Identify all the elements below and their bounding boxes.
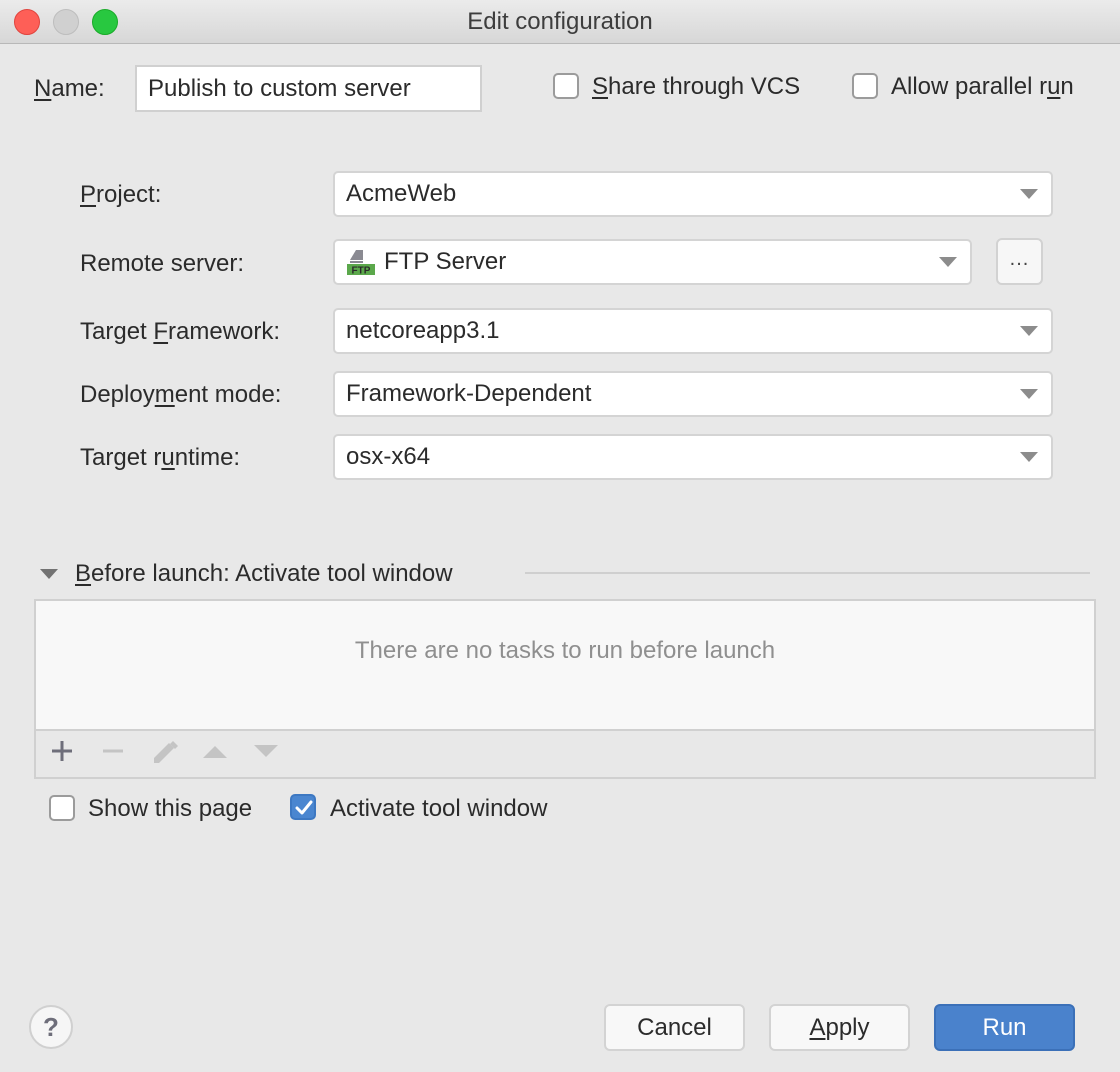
show-this-page-checkbox[interactable] — [49, 795, 75, 821]
name-input[interactable]: Publish to custom server — [135, 65, 482, 112]
edit-icon — [151, 739, 181, 774]
chevron-down-icon — [1020, 389, 1038, 399]
add-icon[interactable] — [50, 739, 74, 770]
help-button[interactable]: ? — [29, 1005, 73, 1049]
target-framework-label: Target Framework: — [80, 318, 281, 345]
before-launch-title[interactable]: Before launch: Activate tool window — [75, 560, 453, 588]
move-down-icon — [253, 739, 279, 770]
browse-servers-button[interactable]: ... — [996, 238, 1043, 285]
empty-tasks-message: There are no tasks to run before launch — [354, 637, 776, 664]
remote-server-value: FTP Server — [384, 248, 507, 275]
chevron-down-icon — [1020, 326, 1038, 336]
project-dropdown[interactable]: AcmeWeb — [333, 171, 1053, 217]
chevron-down-icon — [939, 257, 957, 267]
before-launch-panel: There are no tasks to run before launch — [34, 599, 1096, 779]
target-framework-dropdown[interactable]: netcoreapp3.1 — [333, 308, 1053, 354]
target-runtime-value: osx-x64 — [346, 443, 431, 470]
target-runtime-label: Target runtime: — [80, 444, 241, 471]
allow-parallel-run-checkbox[interactable] — [852, 73, 878, 99]
activate-tool-window-checkbox[interactable] — [290, 794, 316, 820]
deployment-mode-dropdown[interactable]: Framework-Dependent — [333, 371, 1053, 417]
project-value: AcmeWeb — [346, 180, 457, 207]
deployment-mode-label: Deployment mode: — [80, 381, 282, 408]
apply-button[interactable]: Apply — [769, 1004, 910, 1051]
project-label: Project: — [80, 181, 162, 208]
target-runtime-dropdown[interactable]: osx-x64 — [333, 434, 1053, 480]
checkmark-icon — [295, 800, 313, 815]
move-up-icon — [202, 739, 228, 770]
collapse-triangle-icon[interactable] — [40, 569, 58, 579]
section-divider — [525, 572, 1090, 574]
window-title: Edit configuration — [467, 8, 653, 35]
remote-server-dropdown[interactable]: FTP FTP Server — [333, 239, 972, 285]
name-label: Name: — [34, 75, 105, 102]
cancel-button[interactable]: Cancel — [604, 1004, 745, 1051]
svg-text:FTP: FTP — [352, 266, 371, 277]
run-button[interactable]: Run — [934, 1004, 1075, 1051]
share-through-vcs-checkbox[interactable] — [553, 73, 579, 99]
chevron-down-icon — [1020, 452, 1038, 462]
remove-icon — [101, 739, 125, 770]
show-this-page-label[interactable]: Show this page — [88, 795, 252, 823]
title-bar: Edit configuration — [0, 0, 1120, 44]
before-launch-task-list[interactable]: There are no tasks to run before launch — [36, 601, 1094, 731]
ftp-server-icon: FTP — [346, 248, 376, 277]
remote-server-label: Remote server: — [80, 250, 245, 277]
activate-tool-window-label[interactable]: Activate tool window — [330, 795, 547, 823]
share-through-vcs-label[interactable]: Share through VCS — [592, 73, 800, 101]
allow-parallel-run-label[interactable]: Allow parallel run — [891, 73, 1074, 101]
target-framework-value: netcoreapp3.1 — [346, 317, 500, 344]
chevron-down-icon — [1020, 189, 1038, 199]
deployment-mode-value: Framework-Dependent — [346, 380, 592, 407]
